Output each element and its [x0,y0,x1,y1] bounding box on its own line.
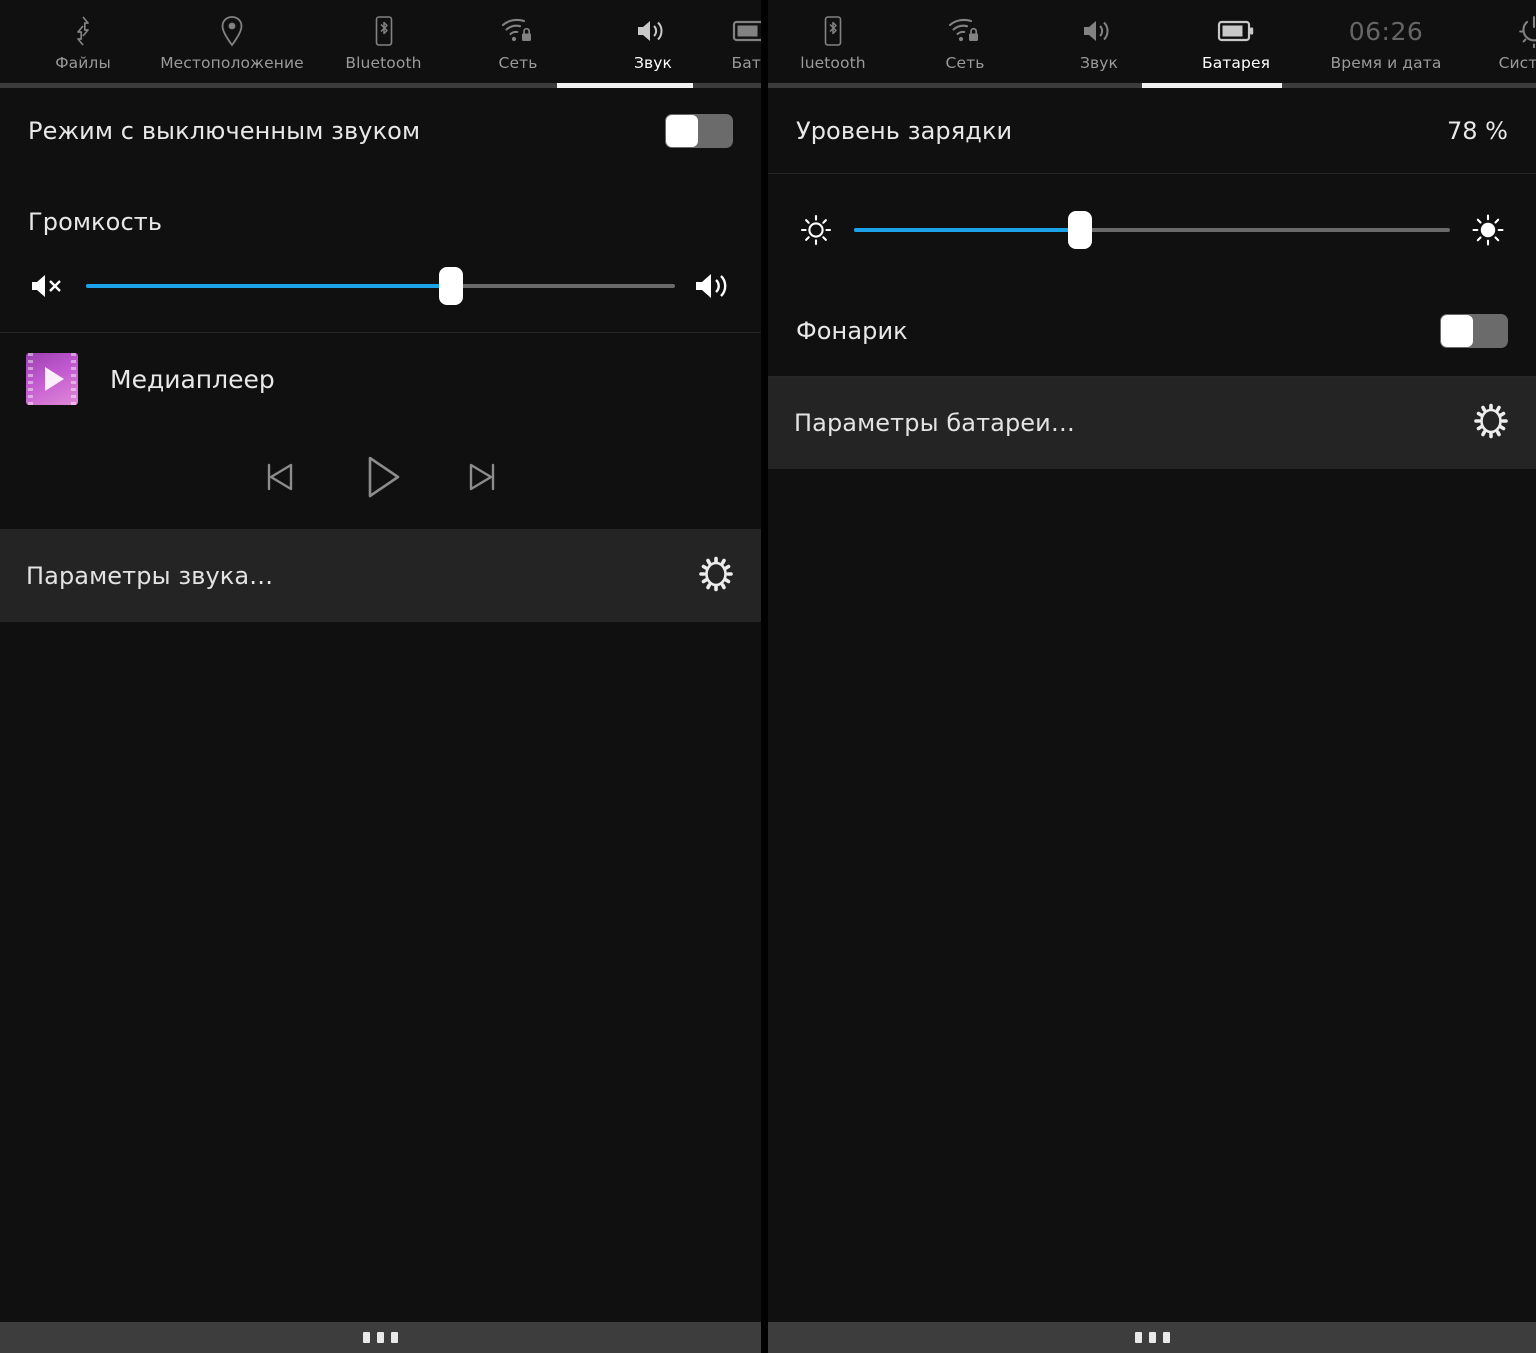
right-bottom-handle-bar[interactable] [768,1322,1536,1353]
tab-местоположение[interactable]: Местоположение [148,0,316,88]
tab-label: Звук [1080,54,1118,72]
tab-время-и-дата[interactable]: 06:26 Время и дата [1306,0,1466,88]
volume-fill [86,284,451,288]
tab-bluetooth[interactable]: Bluetooth [316,0,451,88]
brightness-fill [854,228,1080,232]
silent-mode-toggle[interactable] [665,114,733,148]
location-pin-icon [218,14,246,48]
tab-label: Бата [731,54,761,72]
gear-icon[interactable] [1472,402,1510,444]
partial-clipped-tab [1,14,17,48]
tab-звук[interactable]: Звук [1032,0,1166,88]
tab-система[interactable]: Система [1466,0,1536,88]
volume-label: Громкость [28,208,162,236]
sound-settings-label: Параметры звука… [26,562,273,590]
battery-icon [732,14,761,48]
volume-track[interactable] [86,268,675,304]
bluetooth-icon [820,14,846,48]
media-player-header[interactable]: Медиаплеер [0,333,761,425]
clock-time: 06:26 [1349,14,1424,48]
play-triangle-icon [45,367,64,391]
silent-mode-label: Режим с выключенным звуком [28,117,420,145]
battery-settings-panel: luetooth Сеть Звук Батарея 06:26 Время и дата… [768,0,1536,1353]
volume-thumb[interactable] [439,267,463,305]
tab-clipped-0[interactable] [0,0,18,88]
settings-panels-screen: Файлы Местоположение Bluetooth Сеть Звук Бата… [0,0,1536,1353]
bluetooth-icon [371,14,397,48]
gear-icon[interactable] [697,555,735,597]
tab-label: Батарея [1202,54,1270,72]
play-icon[interactable] [352,448,410,506]
tab-сеть[interactable]: Сеть [451,0,585,88]
right-tab-bar[interactable]: luetooth Сеть Звук Батарея 06:26 Время и дата… [768,0,1536,88]
more-dots-handle[interactable] [363,1332,398,1343]
volume-high-icon[interactable] [689,270,737,302]
more-dots-handle[interactable] [1135,1332,1170,1343]
silent-mode-row[interactable]: Режим с выключенным звуком [0,88,761,174]
tab-label: luetooth [800,54,865,72]
brightness-thumb[interactable] [1068,211,1092,249]
battery-level-value: 78 % [1447,117,1508,145]
tab-label: Сеть [499,54,538,72]
volume-title-row: Громкость [0,174,761,240]
brightness-high-icon[interactable] [1464,211,1512,249]
battery-level-label: Уровень зарядки [796,117,1012,145]
tab-бата[interactable]: Бата [721,0,761,88]
tab-label: Система [1499,54,1536,72]
wifi-locked-icon [947,14,983,48]
media-transport-controls[interactable] [0,425,761,529]
wifi-locked-icon [500,14,536,48]
film-perforation-left [28,353,33,405]
toggle-knob [1441,315,1473,347]
left-bottom-handle-bar[interactable] [0,1322,761,1353]
tab-label: Сеть [946,54,985,72]
battery-settings-label: Параметры батареи… [794,409,1075,437]
tab-файлы[interactable]: Файлы [18,0,148,88]
volume-icon [1081,14,1117,48]
brightness-low-icon[interactable] [792,211,840,249]
sound-settings-panel: Файлы Местоположение Bluetooth Сеть Звук Бата… [0,0,761,1353]
volume-slider-row[interactable] [0,240,761,332]
media-player-block: Медиаплеер [0,333,761,529]
film-perforation-right [71,353,76,405]
battery-icon [1217,14,1255,48]
battery-level-row: Уровень зарядки 78 % [768,88,1536,173]
flashlight-row[interactable]: Фонарик [768,286,1536,376]
tab-label: Файлы [55,54,111,72]
tab-звук[interactable]: Звук [585,0,721,88]
brightness-track[interactable] [854,212,1450,248]
tab-label: Звук [634,54,672,72]
sound-settings-link-row[interactable]: Параметры звука… [0,530,761,622]
toggle-knob [666,115,698,147]
tab-label: Время и дата [1331,54,1442,72]
next-track-icon[interactable] [460,455,504,499]
tab-luetooth[interactable]: luetooth [768,0,898,88]
previous-track-icon[interactable] [258,455,302,499]
flashlight-toggle[interactable] [1440,314,1508,348]
tab-батарея[interactable]: Батарея [1166,0,1306,88]
media-player-name: Медиаплеер [110,365,275,394]
media-player-icon [26,353,78,405]
power-gear-icon [1517,14,1536,48]
tab-сеть[interactable]: Сеть [898,0,1032,88]
brightness-slider-row[interactable] [768,174,1536,286]
flashlight-label: Фонарик [796,317,908,345]
volume-icon [635,14,671,48]
volume-mute-icon[interactable] [24,271,72,301]
left-tab-bar[interactable]: Файлы Местоположение Bluetooth Сеть Звук Бата [0,0,761,88]
tab-label: Bluetooth [345,54,421,72]
battery-settings-link-row[interactable]: Параметры батареи… [768,377,1536,469]
files-icon [68,14,98,48]
tab-label: Местоположение [160,54,304,72]
